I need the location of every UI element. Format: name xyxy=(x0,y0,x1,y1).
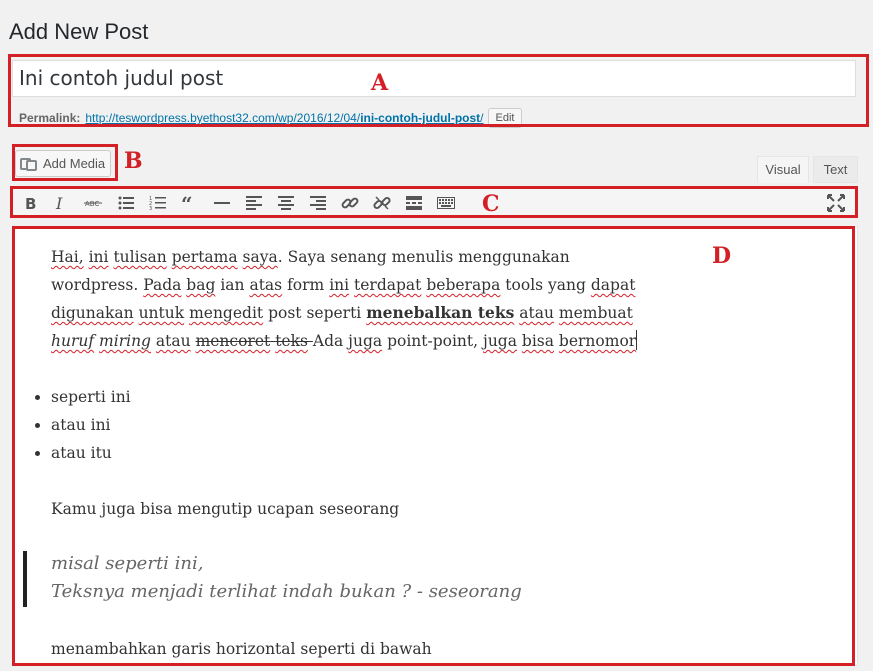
annotation-box-c xyxy=(10,186,858,218)
annotation-label-d: D xyxy=(712,243,732,269)
annotation-box-b xyxy=(12,144,118,181)
annotation-box-a xyxy=(8,54,869,127)
annotation-label-a: A xyxy=(371,70,389,96)
annotation-label-b: B xyxy=(124,148,143,174)
tab-visual[interactable]: Visual xyxy=(757,156,809,183)
annotation-label-c: C xyxy=(482,191,500,217)
page-title: Add New Post xyxy=(9,19,149,44)
tab-text[interactable]: Text xyxy=(813,156,858,183)
annotation-box-d xyxy=(12,226,855,666)
